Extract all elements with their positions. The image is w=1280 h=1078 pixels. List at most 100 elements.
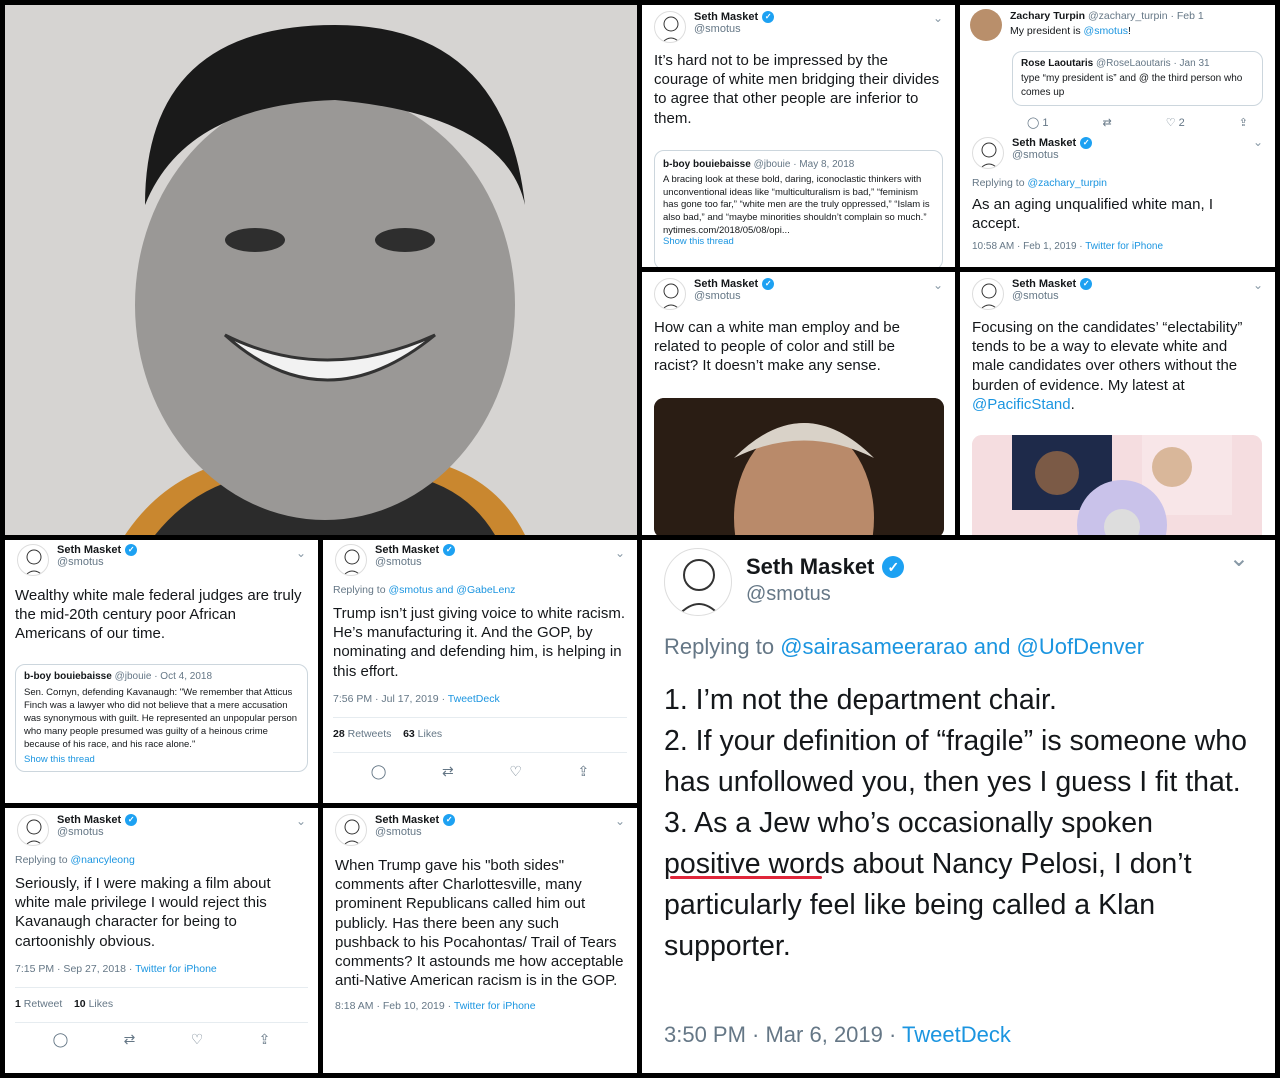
- like-icon[interactable]: ♡: [509, 763, 522, 780]
- author-name[interactable]: Seth Masket: [694, 278, 758, 290]
- reply-icon[interactable]: ◯: [371, 763, 387, 780]
- tweet-timestamp[interactable]: 7:56 PM · Jul 17, 2019 ·: [333, 693, 445, 705]
- tweet-actions: ◯ ⇄ ♡ ⇪: [323, 753, 637, 780]
- retweet-label: Retweets: [347, 727, 392, 740]
- portrait-illustration: [5, 5, 637, 535]
- chevron-down-icon[interactable]: ⌄: [615, 546, 625, 560]
- tweet-timestamp[interactable]: 8:18 AM · Feb 10, 2019 ·: [335, 1000, 451, 1012]
- author-handle[interactable]: @smotus: [57, 556, 137, 568]
- author-name[interactable]: Seth Masket: [1012, 137, 1076, 149]
- retweet-count[interactable]: 28: [333, 728, 345, 740]
- like-label: Likes: [417, 727, 443, 740]
- tweet-line-1: 1. I’m not the department chair.: [664, 684, 1057, 716]
- retweet-count[interactable]: 1: [15, 998, 21, 1010]
- author-handle[interactable]: @smotus: [375, 556, 455, 568]
- mention-link[interactable]: @PacificStand: [972, 396, 1071, 413]
- verified-icon: ✓: [125, 544, 138, 556]
- retweet-icon[interactable]: ⇄: [124, 1031, 136, 1048]
- avatar[interactable]: [17, 814, 49, 846]
- share-icon[interactable]: ⇪: [1239, 116, 1248, 129]
- tweet-line-3: 3. As a Jew who’s occasionally spoken po…: [664, 807, 1192, 963]
- show-thread-link[interactable]: Show this thread: [24, 754, 299, 765]
- quote-author-name: b-boy bouiebaisse: [663, 158, 751, 170]
- parent-author-name[interactable]: Zachary Turpin: [1010, 10, 1085, 22]
- author-handle[interactable]: @smotus: [694, 23, 774, 35]
- avatar[interactable]: [17, 544, 49, 576]
- replying-to-link[interactable]: @smotus and @GabeLenz: [388, 584, 515, 596]
- author-handle[interactable]: @smotus: [57, 826, 137, 838]
- tweet-timestamp[interactable]: 7:15 PM · Sep 27, 2018 ·: [15, 963, 132, 975]
- quote-date: · Jan 31: [1173, 58, 1210, 69]
- chevron-down-icon[interactable]: ⌄: [615, 814, 625, 828]
- verified-icon: ✓: [762, 11, 775, 23]
- reply-count: 1: [1042, 117, 1049, 129]
- tweet-source[interactable]: TweetDeck: [448, 693, 500, 705]
- share-icon[interactable]: ⇪: [577, 763, 589, 780]
- tweet-timestamp[interactable]: 3:50 PM · Mar 6, 2019 ·: [664, 1022, 896, 1047]
- like-count[interactable]: 10: [74, 998, 86, 1010]
- avatar[interactable]: [664, 548, 732, 616]
- tweet-source[interactable]: Twitter for iPhone: [135, 963, 217, 975]
- share-icon[interactable]: ⇪: [259, 1031, 271, 1048]
- avatar[interactable]: [335, 544, 367, 576]
- tweet-source[interactable]: TweetDeck: [902, 1022, 1011, 1047]
- verified-icon: ✓: [1080, 278, 1093, 290]
- parent-text-prefix: My president is: [1010, 24, 1084, 37]
- tweet-panel-courage: Seth Masket ✓ @smotus ⌄ It’s hard not to …: [642, 5, 955, 267]
- parent-mention[interactable]: @smotus: [1084, 25, 1129, 37]
- chevron-down-icon[interactable]: ⌄: [1229, 544, 1249, 573]
- retweet-icon[interactable]: ⇄: [1103, 116, 1112, 129]
- author-name[interactable]: Seth Masket: [746, 554, 874, 580]
- parent-author-handle[interactable]: @zachary_turpin: [1088, 10, 1168, 22]
- quote-author-handle: @jbouie: [753, 158, 791, 170]
- quote-date: · Oct 4, 2018: [154, 670, 213, 682]
- author-name[interactable]: Seth Masket: [375, 814, 439, 826]
- chevron-down-icon[interactable]: ⌄: [933, 278, 943, 292]
- avatar[interactable]: [970, 9, 1002, 41]
- show-thread-link[interactable]: Show this thread: [663, 236, 934, 247]
- like-icon[interactable]: ♡: [191, 1031, 204, 1048]
- author-name[interactable]: Seth Masket: [57, 814, 121, 826]
- author-name[interactable]: Seth Masket: [375, 544, 439, 556]
- chevron-down-icon[interactable]: ⌄: [296, 546, 306, 560]
- quote-url[interactable]: nytimes.com/2018/05/08/opi...: [663, 225, 934, 236]
- article-image[interactable]: [972, 435, 1262, 535]
- replying-to-link[interactable]: @sairasameerarao and @UofDenver: [780, 634, 1144, 659]
- quote-date: · May 8, 2018: [793, 158, 855, 170]
- author-handle[interactable]: @smotus: [1012, 149, 1092, 161]
- like-count[interactable]: 63: [403, 728, 415, 740]
- tweet-source[interactable]: Twitter for iPhone: [1085, 241, 1163, 252]
- tweet-source[interactable]: Twitter for iPhone: [454, 1000, 536, 1012]
- tweet-panel-film: Seth Masket ✓ @smotus ⌄ Replying to @nanc…: [5, 808, 318, 1073]
- chevron-down-icon[interactable]: ⌄: [1253, 278, 1263, 292]
- avatar[interactable]: [972, 137, 1004, 169]
- author-handle[interactable]: @smotus: [1012, 290, 1092, 302]
- retweet-icon[interactable]: ⇄: [442, 763, 454, 780]
- author-handle[interactable]: @smotus: [746, 583, 904, 606]
- tweet-text: Trump isn’t just giving voice to white r…: [333, 605, 626, 680]
- like-icon[interactable]: ♡ 2: [1166, 116, 1185, 129]
- chevron-down-icon[interactable]: ⌄: [933, 11, 943, 25]
- retweet-label: Retweet: [23, 997, 63, 1010]
- replying-label: Replying to: [972, 177, 1025, 189]
- reply-icon[interactable]: ◯: [53, 1031, 69, 1048]
- tweet-timestamp[interactable]: 10:58 AM · Feb 1, 2019 ·: [972, 241, 1083, 252]
- reply-icon[interactable]: ◯ 1: [1027, 116, 1049, 129]
- quoted-tweet[interactable]: Rose Laoutaris @RoseLaoutaris · Jan 31 t…: [1012, 51, 1263, 106]
- author-name[interactable]: Seth Masket: [694, 11, 758, 23]
- avatar[interactable]: [972, 278, 1004, 310]
- portrait-image[interactable]: [654, 398, 944, 535]
- author-name[interactable]: Seth Masket: [57, 544, 121, 556]
- quoted-tweet[interactable]: b-boy bouiebaisse @jbouie · Oct 4, 2018 …: [15, 663, 308, 773]
- author-name[interactable]: Seth Masket: [1012, 278, 1076, 290]
- author-handle[interactable]: @smotus: [694, 290, 774, 302]
- replying-to-link[interactable]: @zachary_turpin: [1027, 177, 1107, 189]
- replying-to-link[interactable]: @nancyleong: [70, 854, 134, 866]
- avatar[interactable]: [654, 278, 686, 310]
- avatar[interactable]: [654, 11, 686, 43]
- author-handle[interactable]: @smotus: [375, 826, 455, 838]
- quoted-tweet[interactable]: b-boy bouiebaisse @jbouie · May 8, 2018 …: [654, 149, 943, 267]
- chevron-down-icon[interactable]: ⌄: [296, 814, 306, 828]
- chevron-down-icon[interactable]: ⌄: [1253, 135, 1263, 149]
- avatar[interactable]: [335, 814, 367, 846]
